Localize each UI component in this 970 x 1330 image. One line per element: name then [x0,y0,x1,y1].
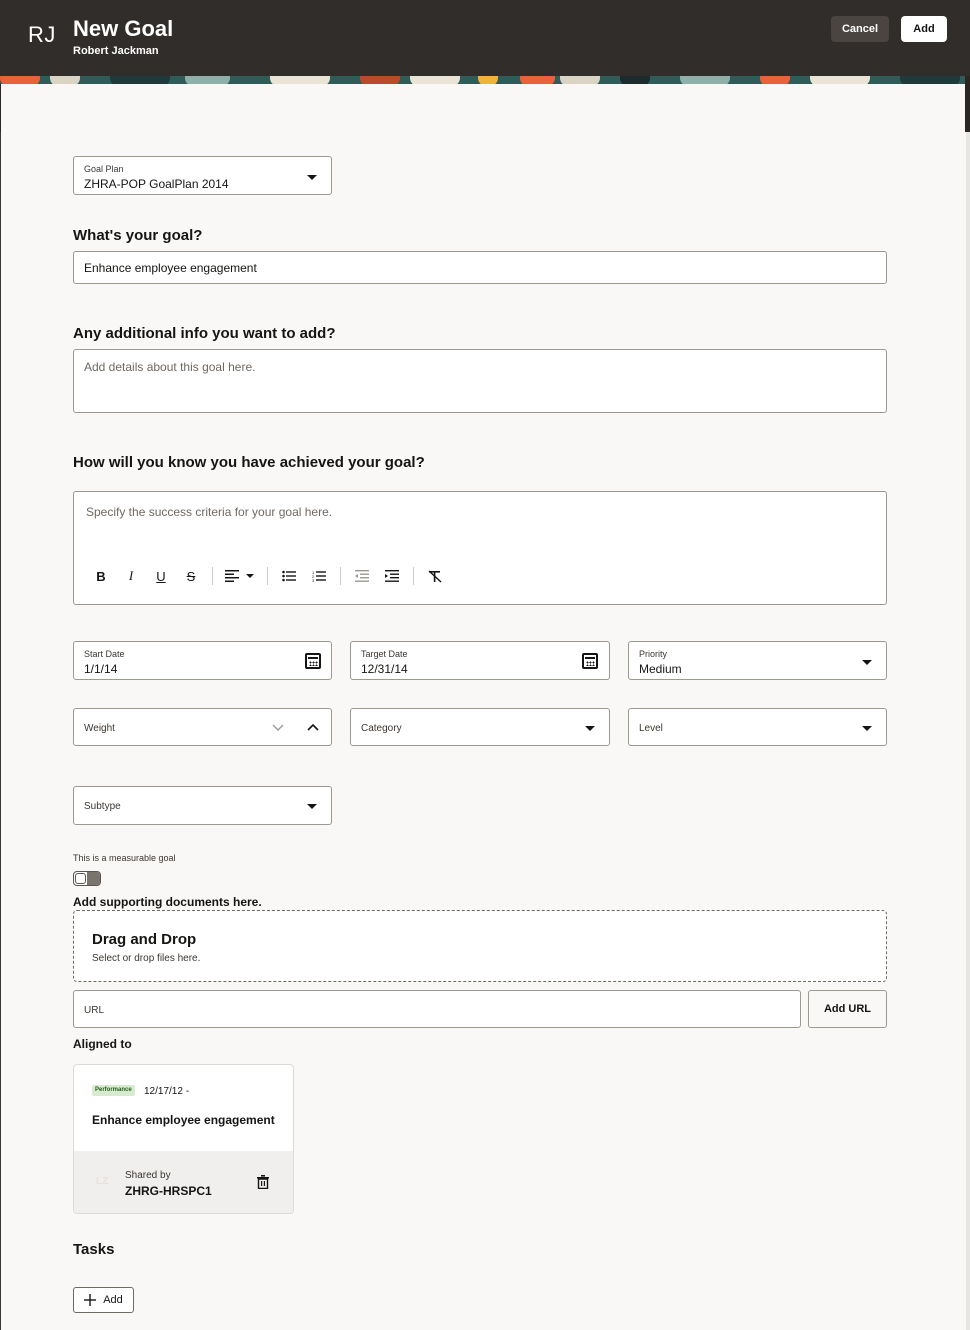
shared-by-label: Shared by [125,1170,171,1181]
chevron-down-icon [585,726,595,731]
goal-heading: What's your goal? [73,227,203,244]
aligned-card-footer: LZ Shared by ZHRG-HRSPC1 [74,1151,293,1213]
goal-input[interactable]: Enhance employee engagement [73,251,887,284]
start-date-input[interactable]: Start Date 1/1/14 [73,641,332,680]
goal-plan-select[interactable]: Goal Plan ZHRA-POP GoalPlan 2014 [73,156,332,195]
success-placeholder: Specify the success criteria for your go… [86,505,333,519]
bold-icon[interactable]: B [86,566,116,586]
chevron-down-icon [307,804,317,809]
add-task-button[interactable]: Add [73,1287,134,1313]
priority-value: Medium [639,662,682,676]
target-date-label: Target Date [361,649,408,659]
priority-select[interactable]: Priority Medium [628,641,887,680]
indent-icon[interactable] [377,566,407,586]
url-input[interactable]: URL [73,990,801,1028]
add-url-button[interactable]: Add URL [808,990,887,1028]
goal-plan-label: Goal Plan [84,164,124,174]
italic-icon[interactable]: I [116,566,146,586]
clear-formatting-icon[interactable] [420,566,450,586]
target-date-value: 12/31/14 [361,662,408,676]
start-date-label: Start Date [84,649,125,659]
align-icon[interactable] [219,566,261,586]
measurable-toggle[interactable] [73,871,101,886]
weight-label: Weight [84,723,115,734]
delete-icon[interactable] [257,1175,269,1189]
priority-label: Priority [639,649,668,659]
increment-icon[interactable] [307,723,319,731]
scrollbar[interactable] [966,132,970,1330]
underline-icon[interactable]: U [146,566,176,586]
success-heading: How will you know you have achieved your… [73,454,425,471]
aligned-heading: Aligned to [73,1037,132,1051]
dropzone-subtitle: Select or drop files here. [92,953,201,964]
chevron-down-icon [862,660,872,665]
svg-text:3: 3 [312,578,315,582]
rich-text-toolbar: B I U S 123 [86,566,450,586]
goal-plan-value: ZHRA-POP GoalPlan 2014 [84,177,229,191]
status-badge: Performance [92,1085,135,1096]
target-date-input[interactable]: Target Date 12/31/14 [350,641,610,680]
chevron-down-icon [307,175,317,180]
category-label: Category [361,723,402,734]
category-select[interactable]: Category [350,708,610,746]
start-date-value: 1/1/14 [84,662,118,676]
plus-icon [84,1294,97,1306]
calendar-icon[interactable] [582,653,598,669]
aligned-date: 12/17/12 - [144,1086,190,1097]
subtype-select[interactable]: Subtype [73,786,332,825]
additional-placeholder: Add details about this goal here. [84,360,256,374]
page-subtitle: Robert Jackman [73,45,159,57]
numbered-list-icon[interactable]: 123 [304,566,334,586]
subtype-label: Subtype [84,801,121,812]
page-header: RJ New Goal Robert Jackman Cancel Add [0,0,970,76]
avatar: LZ [96,1176,109,1187]
calendar-icon[interactable] [305,653,321,669]
outdent-icon[interactable] [347,566,377,586]
weight-input[interactable]: Weight [73,708,332,746]
cancel-button[interactable]: Cancel [831,16,889,42]
success-criteria-editor[interactable]: Specify the success criteria for your go… [73,491,887,605]
shared-by-value: ZHRG-HRSPC1 [125,1184,212,1198]
goal-input-value: Enhance employee engagement [84,261,257,275]
level-label: Level [639,723,663,734]
url-placeholder: URL [84,1005,105,1016]
decrement-icon[interactable] [272,724,284,732]
additional-info-textarea[interactable]: Add details about this goal here. [73,349,887,413]
tasks-heading: Tasks [73,1241,115,1258]
page-title: New Goal [73,16,174,41]
chevron-down-icon [862,726,872,731]
dropzone-title: Drag and Drop [92,931,197,948]
add-task-label: Add [103,1294,123,1306]
user-avatar: RJ [28,22,56,47]
additional-heading: Any additional info you want to add? [73,325,336,342]
file-dropzone[interactable]: Drag and Drop Select or drop files here. [73,910,887,982]
aligned-goal-card[interactable]: Performance 12/17/12 - Enhance employee … [73,1064,294,1214]
aligned-goal-title: Enhance employee engagement [92,1113,275,1127]
add-button[interactable]: Add [901,16,947,42]
strikethrough-icon[interactable]: S [176,566,206,586]
bullet-list-icon[interactable] [274,566,304,586]
documents-heading: Add supporting documents here. [73,895,262,909]
level-select[interactable]: Level [628,708,887,746]
measurable-label: This is a measurable goal [73,853,176,863]
